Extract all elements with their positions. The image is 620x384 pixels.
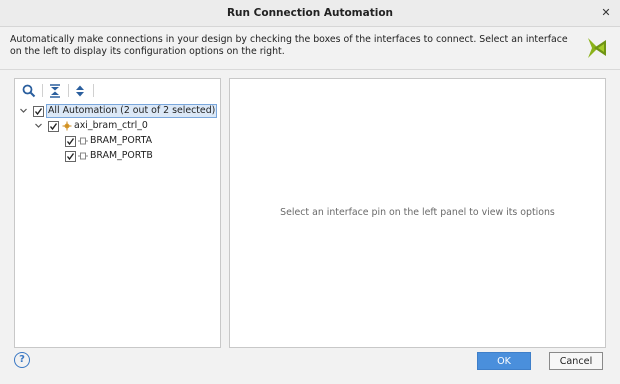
- close-icon[interactable]: ✕: [599, 0, 613, 26]
- tree-label-instance: axi_bram_ctrl_0: [74, 120, 148, 131]
- toolbar-separator: [68, 84, 69, 97]
- expand-all-icon[interactable]: [72, 83, 88, 99]
- toolbar-separator: [93, 84, 94, 97]
- tree-row-interface[interactable]: BRAM_PORTA: [15, 134, 220, 148]
- collapse-all-icon[interactable]: [47, 83, 63, 99]
- chevron-down-icon[interactable]: [19, 104, 28, 118]
- tree-toolbar: [15, 79, 220, 101]
- checkbox-instance[interactable]: [48, 121, 59, 132]
- tree-row-interface[interactable]: BRAM_PORTB: [15, 149, 220, 163]
- ok-button[interactable]: OK: [477, 352, 531, 370]
- chevron-down-icon[interactable]: [34, 119, 43, 133]
- toolbar-separator: [42, 84, 43, 97]
- interface-pin-icon: [78, 137, 88, 145]
- tree-row-instance[interactable]: axi_bram_ctrl_0: [15, 119, 220, 133]
- ip-core-icon: [62, 121, 72, 131]
- cancel-button[interactable]: Cancel: [549, 352, 603, 370]
- header-divider: [0, 69, 620, 70]
- tree-label-bram-portb: BRAM_PORTB: [90, 150, 153, 161]
- options-panel: Select an interface pin on the left pane…: [229, 78, 606, 348]
- tree-row-all-automation[interactable]: All Automation (2 out of 2 selected): [15, 104, 220, 118]
- options-placeholder-text: Select an interface pin on the left pane…: [280, 207, 555, 218]
- checkbox-bram-portb[interactable]: [65, 151, 76, 162]
- checkbox-bram-porta[interactable]: [65, 136, 76, 147]
- dialog-description: Automatically make connections in your d…: [10, 34, 568, 57]
- checkbox-all-automation[interactable]: [33, 106, 44, 117]
- dialog-title: Run Connection Automation: [226, 7, 394, 19]
- help-icon[interactable]: ?: [14, 352, 30, 368]
- interface-pin-icon: [78, 152, 88, 160]
- tree-label-all-automation: All Automation (2 out of 2 selected): [46, 104, 218, 118]
- dialog-titlebar: Run Connection Automation ✕: [0, 0, 620, 27]
- vivado-logo-icon: [588, 38, 606, 58]
- tree-label-bram-porta: BRAM_PORTA: [90, 135, 153, 146]
- search-icon[interactable]: [21, 83, 37, 99]
- interface-tree-panel: All Automation (2 out of 2 selected) axi…: [14, 78, 221, 348]
